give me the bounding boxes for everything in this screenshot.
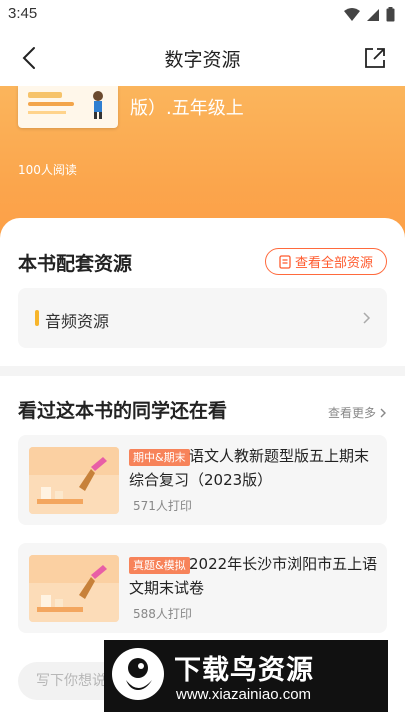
- view-all-resources-button[interactable]: 查看全部资源: [265, 248, 387, 275]
- watermark-url: www.xiazainiao.com: [176, 686, 312, 703]
- chevron-right-icon: [380, 408, 386, 417]
- signal-icon: [367, 8, 379, 21]
- watermark-title: 下载鸟资源: [174, 655, 314, 686]
- recommend-section-title: 看过这本书的同学还在看: [18, 400, 228, 422]
- resources-section-title: 本书配套资源: [18, 253, 133, 275]
- watermark-overlay: 下载鸟资源 www.xiazainiao.com: [104, 640, 388, 712]
- list-item[interactable]: 真题&模拟 2022年长沙市浏阳市五上语文期末试卷 588人打印: [18, 543, 387, 633]
- paper-thumbnail-image: [29, 447, 119, 514]
- battery-icon: [386, 7, 395, 22]
- document-icon: [279, 254, 291, 269]
- wifi-icon: [344, 7, 360, 21]
- view-more-link[interactable]: 查看更多: [328, 404, 387, 421]
- print-count: 588人打印: [133, 607, 192, 621]
- print-count: 571人打印: [133, 499, 192, 513]
- recommend-card: 看过这本书的同学还在看 查看更多 期中&期末 语文人教新题型版五上期末综合复习（…: [0, 376, 405, 642]
- audio-accent-bar: [35, 310, 39, 326]
- book-title: 版）.五年级上: [130, 98, 244, 119]
- paper-thumbnail-image: [29, 555, 119, 622]
- share-icon[interactable]: [363, 46, 387, 70]
- item-title: 2022年长沙市浏阳市五上语文期末试卷: [129, 555, 378, 597]
- bird-logo-icon: [112, 648, 164, 700]
- list-item[interactable]: 期中&期末 语文人教新题型版五上期末综合复习（2023版） 571人打印: [18, 435, 387, 525]
- status-icons: [344, 7, 395, 22]
- status-time: 3:45: [8, 5, 38, 22]
- view-more-label: 查看更多: [327, 406, 376, 420]
- view-all-resources-label: 查看全部资源: [294, 256, 373, 271]
- resource-item-audio[interactable]: 音频资源: [18, 288, 387, 348]
- nav-bar: 数字资源: [0, 30, 405, 86]
- page-title: 数字资源: [164, 49, 241, 71]
- chevron-right-icon: [363, 312, 371, 324]
- read-count: 100人阅读: [18, 163, 77, 177]
- status-bar: 3:45: [0, 0, 405, 30]
- book-cover-image[interactable]: [18, 86, 118, 128]
- resources-card: 本书配套资源 查看全部资源 音频资源: [0, 218, 405, 366]
- resource-item-label: 音频资源: [45, 312, 110, 331]
- item-title: 语文人教新题型版五上期末综合复习（2023版）: [129, 447, 370, 489]
